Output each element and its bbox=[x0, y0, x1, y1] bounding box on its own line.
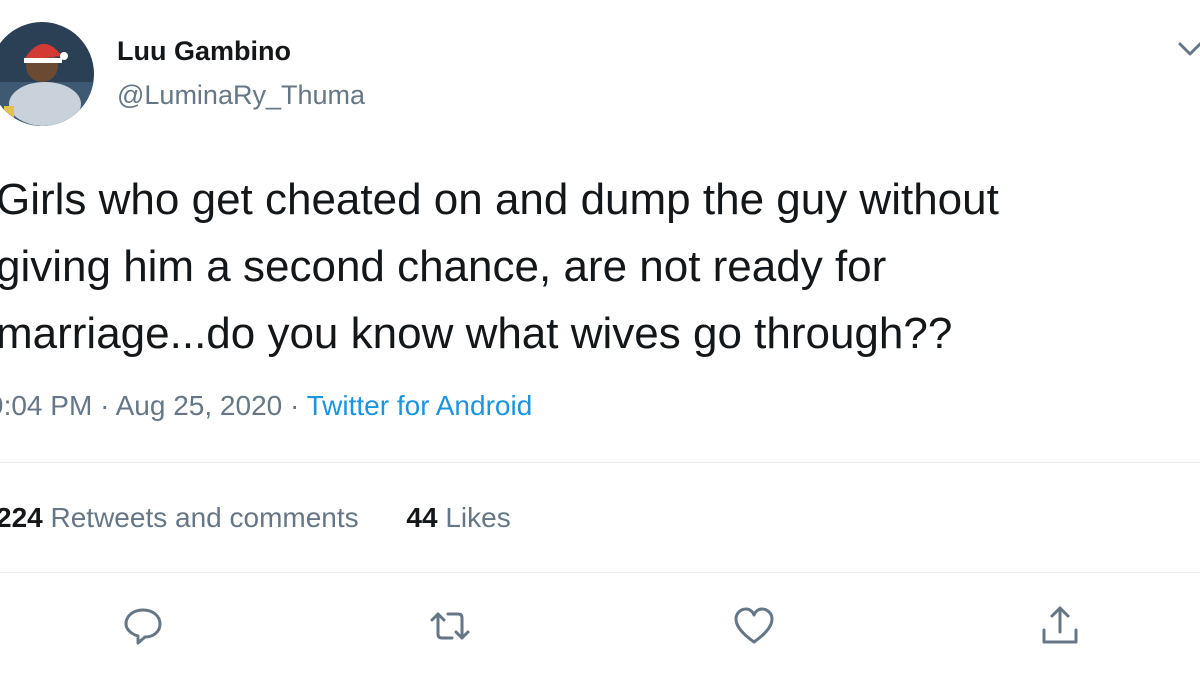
retweets-stat[interactable]: 224 Retweets and comments bbox=[0, 502, 359, 534]
reply-button[interactable] bbox=[119, 602, 167, 650]
tweet-source-link[interactable]: Twitter for Android bbox=[307, 390, 533, 421]
avatar-image bbox=[0, 22, 94, 126]
tweet-time[interactable]: 9:04 PM bbox=[0, 390, 92, 421]
tweet-text-line: Girls who get cheated on and dump the gu… bbox=[0, 175, 999, 224]
tweet-text-line: giving him a second chance, are not read… bbox=[0, 242, 887, 291]
likes-label: Likes bbox=[445, 502, 511, 533]
author-handle[interactable]: @LuminaRy_Thuma bbox=[117, 80, 365, 111]
retweets-label: Retweets and comments bbox=[50, 502, 359, 533]
share-button[interactable] bbox=[1036, 602, 1084, 650]
more-options-chevron-down-icon[interactable] bbox=[1168, 30, 1200, 70]
author-display-name[interactable]: Luu Gambino bbox=[117, 36, 291, 67]
divider bbox=[0, 462, 1200, 463]
tweet-text: Girls who get cheated on and dump the gu… bbox=[0, 166, 1196, 367]
speech-bubble-icon bbox=[124, 608, 162, 645]
like-button[interactable] bbox=[730, 602, 778, 650]
meta-separator: · bbox=[290, 390, 300, 421]
tweet-date[interactable]: Aug 25, 2020 bbox=[116, 390, 283, 421]
heart-icon bbox=[734, 607, 774, 644]
likes-count: 44 bbox=[406, 502, 438, 533]
divider bbox=[0, 572, 1200, 573]
avatar[interactable] bbox=[0, 22, 94, 126]
tweet-metadata: 9:04 PM · Aug 25, 2020 · Twitter for And… bbox=[0, 390, 532, 422]
retweet-button[interactable] bbox=[426, 602, 474, 650]
retweet-arrows-icon bbox=[430, 612, 470, 640]
meta-separator: · bbox=[100, 390, 110, 421]
likes-stat[interactable]: 44 Likes bbox=[406, 502, 510, 534]
retweets-count: 224 bbox=[0, 502, 43, 533]
tweet-text-line: marriage...do you know what wives go thr… bbox=[0, 309, 953, 358]
tweet-stats: 224 Retweets and comments 44 Likes bbox=[0, 502, 511, 534]
share-upload-icon bbox=[1042, 606, 1078, 644]
